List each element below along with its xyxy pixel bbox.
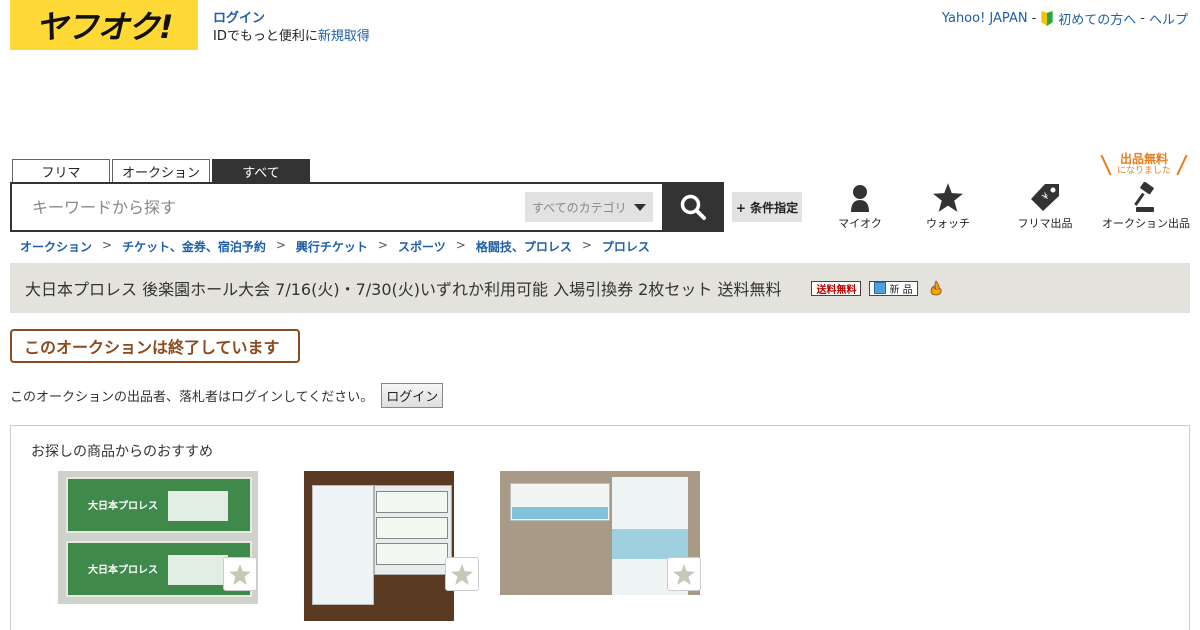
thumb-ticket-text: 大日本プロレス: [88, 501, 158, 512]
nav-icons: マイオク ウォッチ ¥ フリマ出品 オークション出品: [820, 180, 1195, 230]
tab-all[interactable]: すべて: [212, 159, 310, 182]
breadcrumb-item[interactable]: 興行チケット: [296, 238, 368, 255]
free-shipping-badge: 送料無料: [811, 280, 862, 296]
separator: -: [1140, 11, 1145, 26]
search-input[interactable]: [32, 194, 512, 220]
recommendations-title: お探しの商品からのおすすめ: [31, 444, 213, 460]
promo-line1: 出品無料: [1119, 152, 1168, 166]
watch-label: ウォッチ: [926, 217, 970, 230]
price-tag-icon: ¥: [1031, 184, 1059, 211]
yahoo-japan-link[interactable]: Yahoo! JAPAN: [942, 11, 1028, 26]
recommended-item[interactable]: [500, 471, 701, 595]
breadcrumb-separator: >: [581, 238, 592, 252]
login-link[interactable]: ログイン: [213, 11, 265, 26]
item-title: 大日本プロレス 後楽園ホール大会 7/16(火)・7/30(火)いずれか利用可能…: [25, 280, 782, 299]
item-title-bar: 大日本プロレス 後楽園ホール大会 7/16(火)・7/30(火)いずれか利用可能…: [10, 263, 1190, 313]
user-icon: [851, 185, 869, 212]
watch-nav[interactable]: ウォッチ: [918, 180, 978, 231]
flea-sell-label: フリマ出品: [1017, 217, 1073, 230]
star-icon: [229, 563, 251, 585]
condition-button[interactable]: + 条件指定: [732, 192, 802, 222]
auction-ended-notice: このオークションは終了しています: [10, 329, 300, 363]
search-box: すべてのカテゴリ: [10, 182, 664, 232]
tab-flea[interactable]: フリマ: [12, 159, 110, 182]
category-select[interactable]: すべてのカテゴリ: [525, 192, 653, 222]
top-links: Yahoo! JAPAN - 初めての方へ - ヘルプ: [942, 9, 1188, 28]
breadcrumb-separator: >: [102, 238, 113, 252]
new-square-icon: [874, 282, 887, 294]
breadcrumb-item[interactable]: スポーツ: [398, 238, 446, 255]
breadcrumb-separator: >: [455, 238, 466, 252]
yahuoku-logo[interactable]: ヤフオク!: [10, 0, 198, 50]
login-button[interactable]: ログイン: [381, 383, 444, 408]
breadcrumb-separator: >: [377, 238, 388, 252]
logo-text: ヤフオク!: [35, 8, 174, 46]
auction-sell-nav[interactable]: オークション出品: [1100, 180, 1192, 231]
watch-button[interactable]: [445, 557, 479, 591]
signup-link[interactable]: 新規取得: [318, 29, 370, 44]
watch-button[interactable]: [667, 557, 701, 591]
product-thumbnail: [304, 471, 454, 621]
login-box: ログイン IDでもっと便利に新規取得: [213, 10, 370, 46]
search-button[interactable]: [662, 182, 724, 232]
beginner-link[interactable]: 初めての方へ: [1058, 9, 1136, 28]
help-link[interactable]: ヘルプ: [1149, 9, 1188, 28]
breadcrumb-item[interactable]: オークション: [20, 238, 92, 255]
thumb-ticket-text: 大日本プロレス: [88, 565, 158, 576]
myauction-label: マイオク: [838, 217, 882, 230]
flea-sell-nav[interactable]: ¥ フリマ出品: [1010, 180, 1080, 231]
breadcrumb: オークション > チケット、金券、宿泊予約 > 興行チケット > スポーツ > …: [20, 238, 650, 255]
tab-auction[interactable]: オークション: [112, 159, 210, 182]
breadcrumb-item[interactable]: 格闘技、プロレス: [476, 238, 572, 255]
gavel-icon: [1134, 182, 1154, 212]
watch-button[interactable]: [223, 557, 257, 591]
recommendations-panel: お探しの商品からのおすすめ 大日本プロレス 大日本プロレス: [10, 425, 1190, 630]
hot-item-icon: [930, 280, 942, 296]
caret-down-icon: [633, 203, 646, 211]
myauction-nav[interactable]: マイオク: [830, 180, 890, 231]
recommended-item[interactable]: 大日本プロレス 大日本プロレス: [58, 471, 258, 604]
free-listing-promo: 出品無料 になりました: [1100, 152, 1188, 177]
breadcrumb-item[interactable]: プロレス: [602, 238, 650, 255]
promo-line2: になりました: [1116, 166, 1171, 176]
search-icon: [680, 194, 706, 220]
separator: -: [1031, 11, 1037, 26]
beginner-mark-icon: [1041, 11, 1053, 26]
login-note-text: このオークションの出品者、落札者はログインしてください。: [10, 390, 374, 405]
login-desc: IDでもっと便利に: [213, 29, 318, 44]
star-icon: [933, 183, 963, 212]
login-note: このオークションの出品者、落札者はログインしてください。 ログイン: [10, 383, 444, 408]
recommended-item[interactable]: [304, 471, 479, 621]
new-item-badge: 新 品: [869, 280, 918, 296]
category-label: すべてのカテゴリ: [532, 200, 627, 215]
auction-sell-label: オークション出品: [1102, 217, 1190, 230]
star-icon: [451, 563, 473, 585]
breadcrumb-separator: >: [275, 238, 286, 252]
breadcrumb-item[interactable]: チケット、金券、宿泊予約: [122, 238, 266, 255]
search-tabs: フリマ オークション すべて: [12, 159, 310, 182]
star-icon: [673, 563, 695, 585]
new-label: 新 品: [889, 284, 913, 296]
